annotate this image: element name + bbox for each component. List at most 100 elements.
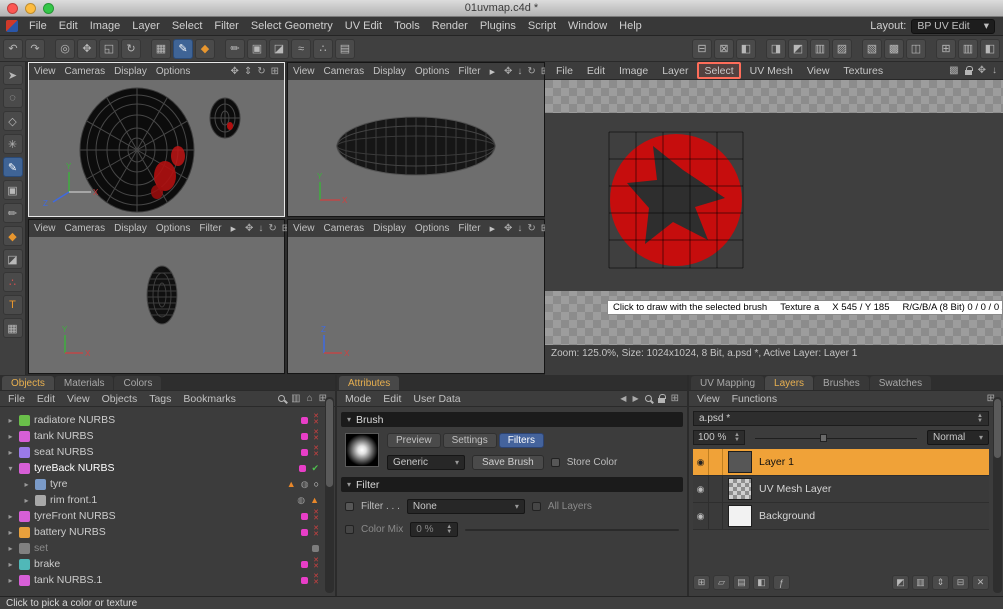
filter-section-header[interactable]: ▾ Filter [341,477,683,492]
uv-tool-10-icon[interactable]: ◫ [906,39,926,59]
color-mix-checkbox[interactable] [345,525,354,534]
menu-filter[interactable]: Filter [208,17,244,36]
expand-icon[interactable]: ▸ [6,544,15,553]
tree-row[interactable]: ▸ battery NURBS ✕✕ [0,524,335,540]
layer-effects-icon[interactable]: ƒ [773,575,790,590]
eraser-icon[interactable]: ◪ [3,249,23,269]
brush-tool-icon[interactable]: ✎ [3,157,23,177]
stepper-arrows-icon[interactable]: ▲▼ [446,525,452,535]
delete-layer-icon[interactable]: ✕ [972,575,989,590]
zoom-window-button[interactable] [43,3,54,14]
phong-tag-icon[interactable]: ▲ [287,479,296,489]
selection-arrow-icon[interactable]: ➤ [3,65,23,85]
visibility-toggles[interactable]: ✕✕ [313,414,319,426]
layer-color-dot[interactable] [301,449,308,456]
tree-row-child[interactable]: ▸ tyre ▲ ◍ ○ [0,476,335,492]
pan-view-icon[interactable]: ✥ [504,66,512,77]
lock-icon[interactable] [658,398,665,403]
vp-menu-view[interactable]: View [34,66,56,77]
color-mix-stepper[interactable]: 0 % ▲▼ [410,522,458,537]
search-icon[interactable] [278,395,285,402]
tree-row-child[interactable]: ▸ rim front.1 ◍ ▲ [0,492,335,508]
tab-attributes[interactable]: Attributes [339,376,399,390]
new-layer-icon[interactable]: ⊞ [693,575,710,590]
layers-scrollbar[interactable] [993,397,1002,593]
vp-menu-cameras[interactable]: Cameras [65,66,106,77]
vp-menu-cameras[interactable]: Cameras [65,223,106,234]
pencil-icon[interactable]: ✏ [3,203,23,223]
tree-row[interactable]: ▸ tyreFront NURBS ✕✕ [0,508,335,524]
om-menu-bookmarks[interactable]: Bookmarks [183,393,236,405]
slider-knob[interactable] [820,434,827,442]
vp-menu-options[interactable]: Options [415,223,449,234]
menu-script[interactable]: Script [522,17,562,36]
zoom-view-icon[interactable]: ↓ [992,65,997,76]
dots-tool-icon[interactable]: ∴ [313,39,333,59]
tv-menu-image[interactable]: Image [614,63,653,79]
filter-checkbox[interactable] [345,502,354,511]
menu-plugins[interactable]: Plugins [474,17,522,36]
collapse-icon[interactable]: ▾ [6,464,15,473]
zoom-view-icon[interactable]: ↓ [517,66,522,77]
tv-menu-layer[interactable]: Layer [657,63,693,79]
visibility-toggles[interactable]: ✕✕ [313,430,319,442]
lock-layer-icon[interactable]: ⊟ [952,575,969,590]
all-layers-checkbox[interactable] [532,502,541,511]
attr-menu-user-data[interactable]: User Data [413,393,460,405]
vp-menu-display[interactable]: Display [373,66,406,77]
expand-icon[interactable]: ▸ [6,432,15,441]
tab-colors[interactable]: Colors [114,376,161,390]
panel-menu-icon[interactable]: ⊞ [671,393,679,404]
layer-color-dot[interactable] [301,561,308,568]
vp-menu-view[interactable]: View [293,66,315,77]
zoom-view-icon[interactable]: ⇕ [244,66,252,77]
layer-color-dot[interactable] [301,529,308,536]
minimize-window-button[interactable] [25,3,36,14]
vp-menu-cameras[interactable]: Cameras [324,66,365,77]
vp-menu-cameras[interactable]: Cameras [324,223,365,234]
fill-bucket-icon[interactable]: ◆ [3,226,23,246]
undo-icon[interactable]: ↶ [3,39,23,59]
layers-menu-view[interactable]: View [697,393,720,405]
layer-color-dot[interactable] [312,545,319,552]
viewport-side-canvas[interactable]: Y X [288,80,544,216]
layer-color-dot[interactable] [301,417,308,424]
paint-brush-tool-icon[interactable]: ✎ [173,39,193,59]
opacity-stepper[interactable]: 100 % ▲▼ [693,430,745,445]
move-tool-icon[interactable]: ✥ [77,39,97,59]
rotate-view-icon[interactable]: ↻ [527,66,535,77]
attr-menu-edit[interactable]: Edit [383,393,401,405]
tab-uv-mapping[interactable]: UV Mapping [691,376,764,390]
uv-tool-11-icon[interactable]: ⊞ [936,39,956,59]
layer-color-dot[interactable] [299,465,306,472]
viewport-perspective-canvas[interactable]: Y X Z [29,80,284,216]
tv-menu-file[interactable]: File [551,63,578,79]
uv-tool-13-icon[interactable]: ◧ [980,39,1000,59]
tree-row[interactable]: ▸ seat NURBS ✕✕ [0,444,335,460]
stamp-tool-icon[interactable]: ▣ [3,180,23,200]
layer-visibility-toggle[interactable]: ◉ [693,503,709,529]
om-menu-edit[interactable]: Edit [37,393,55,405]
tree-row[interactable]: ▸ brake ✕✕ [0,556,335,572]
filter-more-icon[interactable]: ▶ [490,68,495,76]
eraser-tool-icon[interactable]: ◪ [269,39,289,59]
brush-tab-preview[interactable]: Preview [387,433,441,448]
vp-menu-options[interactable]: Options [156,66,190,77]
brush-section-header[interactable]: ▾ Brush [341,412,683,427]
path-icon[interactable]: ▥ [291,393,300,404]
redo-icon[interactable]: ↷ [25,39,45,59]
merge-layer-icon[interactable]: ◩ [892,575,909,590]
vp-menu-view[interactable]: View [293,223,315,234]
menu-uv-edit[interactable]: UV Edit [339,17,388,36]
polygon-select-icon[interactable]: ◇ [3,111,23,131]
tree-row[interactable]: ▸ radiatore NURBS ✕✕ [0,412,335,428]
vp-menu-options[interactable]: Options [415,66,449,77]
move-up-icon[interactable]: ⇕ [932,575,949,590]
menu-file[interactable]: File [23,17,53,36]
menu-image[interactable]: Image [84,17,127,36]
vp-menu-display[interactable]: Display [114,223,147,234]
expand-icon[interactable]: ▸ [6,576,15,585]
expand-icon[interactable]: ▸ [6,448,15,457]
attr-menu-mode[interactable]: Mode [345,393,371,405]
vp-menu-display[interactable]: Display [114,66,147,77]
